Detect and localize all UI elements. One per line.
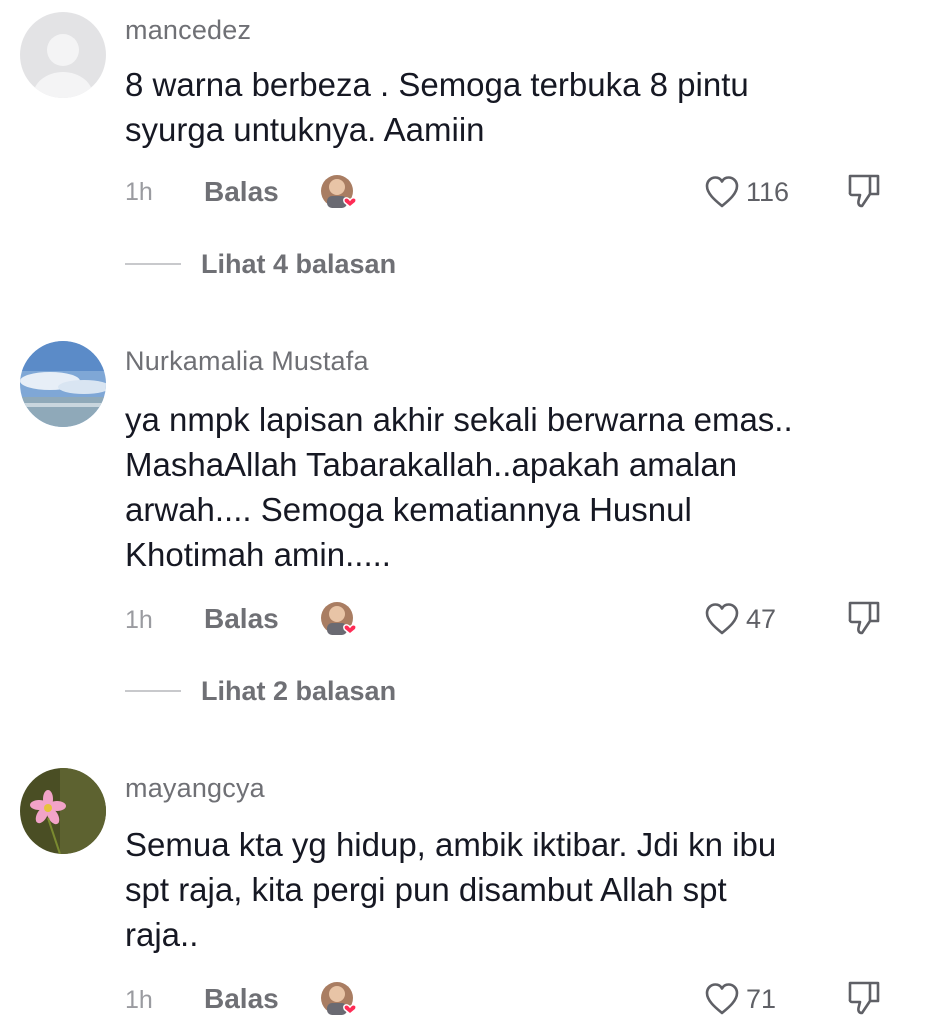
creator-liked-badge (320, 601, 360, 637)
comment-text-line: 8 warna berbeza . Semoga terbuka 8 pintu (125, 66, 749, 103)
like-count: 47 (746, 603, 777, 634)
reply-button[interactable]: Balas (204, 603, 279, 635)
dislike-button[interactable] (846, 979, 882, 1017)
heart-outline-icon (705, 983, 739, 1015)
divider (125, 690, 181, 692)
view-replies-button[interactable]: Lihat 2 balasan (125, 676, 396, 706)
creator-liked-badge (320, 981, 360, 1017)
comment-text: 8 warna berbeza . Semoga terbuka 8 pintu… (125, 62, 895, 152)
comment-username[interactable]: mayangcya (125, 773, 265, 804)
dislike-button[interactable] (846, 172, 882, 210)
sky-sea-photo (20, 341, 106, 427)
comment-text: Semua kta yg hidup, ambik iktibar. Jdi k… (125, 822, 895, 957)
comment-username[interactable]: Nurkamalia Mustafa (125, 346, 369, 377)
comment-time: 1h (125, 178, 153, 206)
view-replies-label: Lihat 4 balasan (201, 248, 397, 279)
divider (125, 263, 181, 265)
default-profile-icon (33, 34, 93, 98)
heart-outline-icon (705, 603, 739, 635)
creator-liked-badge (320, 174, 360, 210)
like-button[interactable]: 71 (704, 981, 776, 1017)
comment-text-line: arwah.... Semoga kematiannya Husnul (125, 491, 692, 528)
thumbs-down-icon (848, 601, 880, 635)
like-button[interactable]: 47 (704, 601, 776, 637)
avatar[interactable] (20, 768, 106, 854)
comment-text-line: Khotimah amin..... (125, 536, 391, 573)
comment-time: 1h (125, 986, 153, 1014)
comment-username[interactable]: mancedez (125, 15, 251, 46)
heart-outline-icon (705, 176, 739, 208)
like-count: 71 (746, 983, 777, 1014)
comment-text-line: ya nmpk lapisan akhir sekali berwarna em… (125, 401, 793, 438)
avatar[interactable] (20, 341, 106, 427)
comment-text-line: spt raja, kita pergi pun disambut Allah … (125, 871, 727, 908)
reply-button[interactable]: Balas (204, 983, 279, 1015)
comment-text-line: MashaAllah Tabarakallah..apakah amalan (125, 446, 738, 483)
thumbs-down-icon (848, 174, 880, 208)
like-count: 116 (746, 176, 790, 207)
comment-text-line: raja.. (125, 916, 199, 953)
comment-text: ya nmpk lapisan akhir sekali berwarna em… (125, 397, 895, 577)
pink-flower-photo (20, 768, 106, 854)
thumbs-down-icon (848, 981, 880, 1015)
reply-button[interactable]: Balas (204, 176, 279, 208)
comment-time: 1h (125, 606, 153, 634)
view-replies-label: Lihat 2 balasan (201, 675, 397, 706)
view-replies-button[interactable]: Lihat 4 balasan (125, 249, 396, 279)
like-button[interactable]: 116 (704, 174, 789, 210)
avatar[interactable] (20, 12, 106, 98)
dislike-button[interactable] (846, 599, 882, 637)
comment-text-line: syurga untuknya. Aamiin (125, 111, 485, 148)
comment-text-line: Semua kta yg hidup, ambik iktibar. Jdi k… (125, 826, 777, 863)
